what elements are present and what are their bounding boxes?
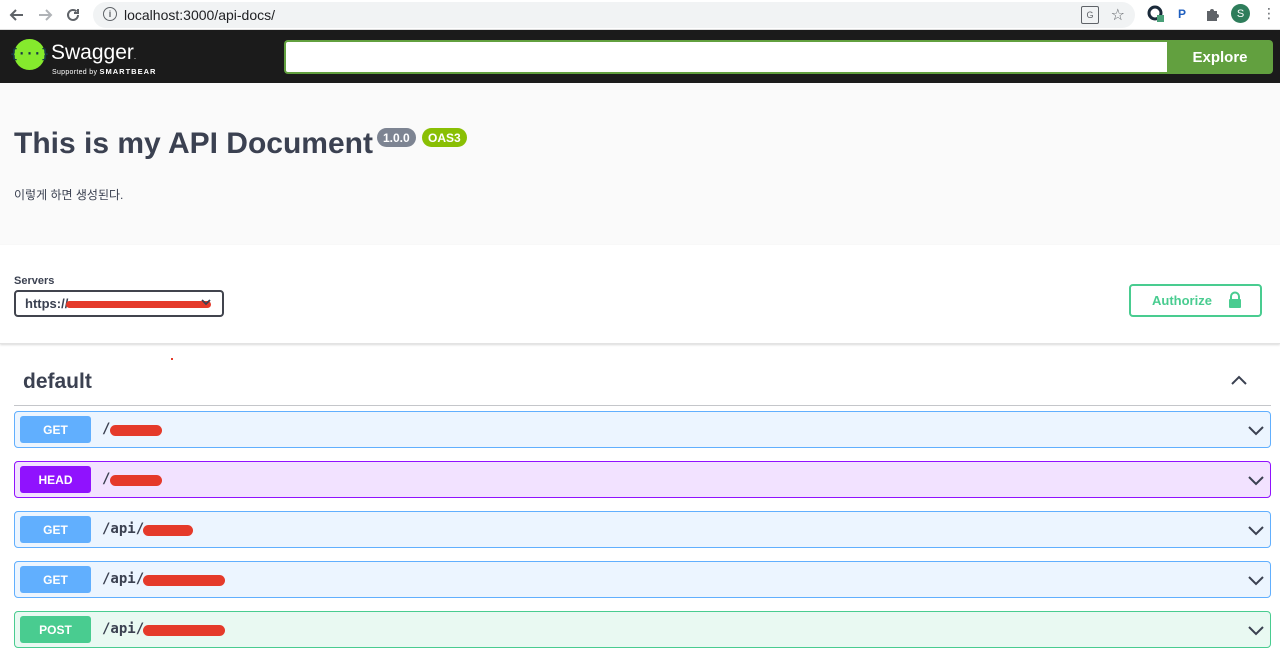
reload-icon[interactable] (64, 6, 82, 24)
redaction-mark (110, 425, 162, 436)
authorize-button[interactable]: Authorize (1129, 284, 1262, 317)
operation-path: /api/ (102, 521, 145, 537)
operation-path: /api/ (102, 571, 145, 587)
page-title: This is my API Document (14, 127, 373, 160)
puzzle-extensions-icon[interactable] (1203, 5, 1221, 23)
chevron-down-icon (200, 295, 212, 312)
profile-avatar[interactable]: S (1231, 4, 1250, 23)
back-icon[interactable] (8, 6, 26, 24)
method-badge: POST (20, 616, 91, 643)
translate-icon[interactable]: G (1081, 6, 1099, 24)
version-badge: 1.0.0 (377, 128, 416, 147)
browser-toolbar: i localhost:3000/api-docs/ G ☆ P S ⋮ (0, 0, 1280, 30)
swagger-logo-name[interactable]: Swagger. (51, 41, 136, 65)
chevron-down-icon[interactable] (1247, 521, 1265, 539)
method-badge: GET (20, 416, 91, 443)
redaction-mark (66, 301, 211, 308)
operation-head-root[interactable]: HEAD / (14, 461, 1271, 498)
redaction-mark (110, 475, 162, 486)
swagger-topbar: {···} Swagger. Supported by SMARTBEAR Ex… (0, 30, 1280, 83)
swagger-logo-icon[interactable]: {···} (10, 39, 49, 70)
chevron-down-icon[interactable] (1247, 421, 1265, 439)
url-text: localhost:3000/api-docs/ (124, 7, 275, 23)
operation-path: /api/ (102, 621, 145, 637)
server-select[interactable]: https:// (14, 290, 224, 317)
address-bar[interactable]: i localhost:3000/api-docs/ G ☆ (93, 2, 1135, 28)
operation-get-api-1[interactable]: GET /api/ (14, 511, 1271, 548)
lock-icon (1229, 291, 1241, 308)
svg-text:P: P (1178, 7, 1186, 21)
tag-section-header[interactable]: default (14, 360, 1271, 406)
operation-get-api-2[interactable]: GET /api/ (14, 561, 1271, 598)
method-badge: GET (20, 566, 91, 593)
method-badge: GET (20, 516, 91, 543)
extension-icon[interactable] (1147, 5, 1165, 23)
bookmark-star-icon[interactable]: ☆ (1111, 5, 1125, 25)
method-badge: HEAD (20, 466, 91, 493)
server-selected-value: https:// (25, 296, 69, 311)
api-description: 이렇게 하면 생성된다. (14, 188, 124, 202)
chevron-down-icon[interactable] (1247, 471, 1265, 489)
operation-get-root[interactable]: GET / (14, 411, 1271, 448)
browser-menu-icon[interactable]: ⋮ (1262, 5, 1276, 22)
redaction-mark (143, 625, 225, 636)
chevron-down-icon[interactable] (1247, 571, 1265, 589)
smartbear-tagline: Supported by SMARTBEAR (52, 67, 157, 76)
operation-post-api[interactable]: POST /api/ (14, 611, 1271, 648)
site-info-icon[interactable]: i (103, 7, 117, 21)
spec-url-input[interactable] (284, 40, 1168, 74)
redaction-mark (143, 525, 193, 536)
scheme-container: Servers https:// Authorize (0, 245, 1280, 344)
authorize-label: Authorize (1152, 293, 1212, 308)
api-info: This is my API Document 1.0.0 OAS3 이렇게 하… (0, 83, 1280, 245)
chevron-up-icon[interactable] (1229, 370, 1249, 390)
chevron-down-icon[interactable] (1247, 621, 1265, 639)
explore-button[interactable]: Explore (1167, 40, 1273, 74)
servers-label: Servers (14, 275, 55, 287)
oas-badge: OAS3 (422, 128, 467, 147)
forward-icon[interactable] (36, 6, 54, 24)
redaction-mark (143, 575, 225, 586)
tag-name: default (23, 370, 92, 393)
paypal-extension-icon[interactable]: P (1175, 5, 1193, 23)
